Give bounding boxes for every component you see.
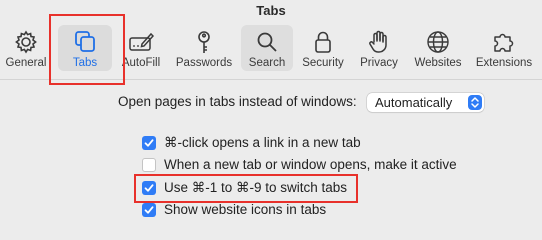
open-pages-label: Open pages in tabs instead of windows: [118, 94, 357, 109]
toolbar-item-privacy[interactable]: Privacy [355, 25, 403, 71]
checkbox-make-active[interactable] [142, 158, 156, 172]
lock-icon [315, 31, 331, 53]
toolbar-item-general[interactable]: General [4, 25, 48, 71]
toolbar-item-passwords[interactable]: Passwords [172, 25, 236, 71]
preferences-toolbar: General Tabs AutoFill Passwords Search S… [0, 22, 542, 76]
toolbar-item-autofill[interactable]: AutoFill [118, 25, 164, 71]
checkmark-icon [144, 184, 154, 192]
toolbar-label-privacy: Privacy [360, 57, 398, 69]
title-bar: Tabs [0, 0, 542, 22]
hand-icon [369, 30, 387, 53]
open-pages-popup-value: Automatically [375, 95, 453, 110]
tabs-icon [75, 31, 95, 52]
toolbar-label-search: Search [248, 57, 286, 69]
toolbar-item-security[interactable]: Security [296, 25, 350, 71]
toolbar-item-search[interactable]: Search [241, 25, 293, 71]
toolbar-label-tabs: Tabs [72, 57, 98, 69]
magnifier-icon [257, 32, 277, 52]
toolbar-label-websites: Websites [414, 57, 462, 69]
checkbox-cmd-click[interactable] [142, 136, 156, 150]
toolbar-label-extensions: Extensions [475, 57, 533, 69]
toolbar-divider [0, 79, 542, 80]
checkbox-label: Use ⌘-1 to ⌘-9 to switch tabs [164, 180, 348, 195]
autofill-icon [129, 32, 154, 51]
open-pages-popup[interactable]: Automatically [367, 93, 484, 112]
popup-chevron-icon [468, 95, 482, 110]
checkmark-icon [144, 206, 154, 214]
checkbox-label: ⌘-click opens a link in a new tab [164, 135, 361, 150]
puzzle-icon [494, 33, 514, 52]
checkbox-website-icons[interactable] [142, 203, 156, 217]
toolbar-item-websites[interactable]: Websites [409, 25, 467, 71]
checkmark-icon [144, 139, 154, 147]
checkbox-label: Show website icons in tabs [164, 202, 327, 217]
toolbar-label-passwords: Passwords [175, 57, 233, 69]
toolbar-label-security: Security [302, 57, 344, 69]
globe-icon [427, 31, 449, 53]
key-icon [198, 31, 210, 53]
toolbar-item-tabs[interactable]: Tabs [58, 25, 112, 71]
checkbox-label: When a new tab or window opens, make it … [164, 157, 457, 172]
gear-icon [15, 30, 37, 54]
toolbar-item-extensions[interactable]: Extensions [472, 25, 536, 71]
toolbar-label-autofill: AutoFill [121, 57, 161, 69]
toolbar-label-general: General [5, 57, 47, 69]
checkbox-switch-tabs[interactable] [142, 181, 156, 195]
window-title: Tabs [256, 3, 286, 18]
